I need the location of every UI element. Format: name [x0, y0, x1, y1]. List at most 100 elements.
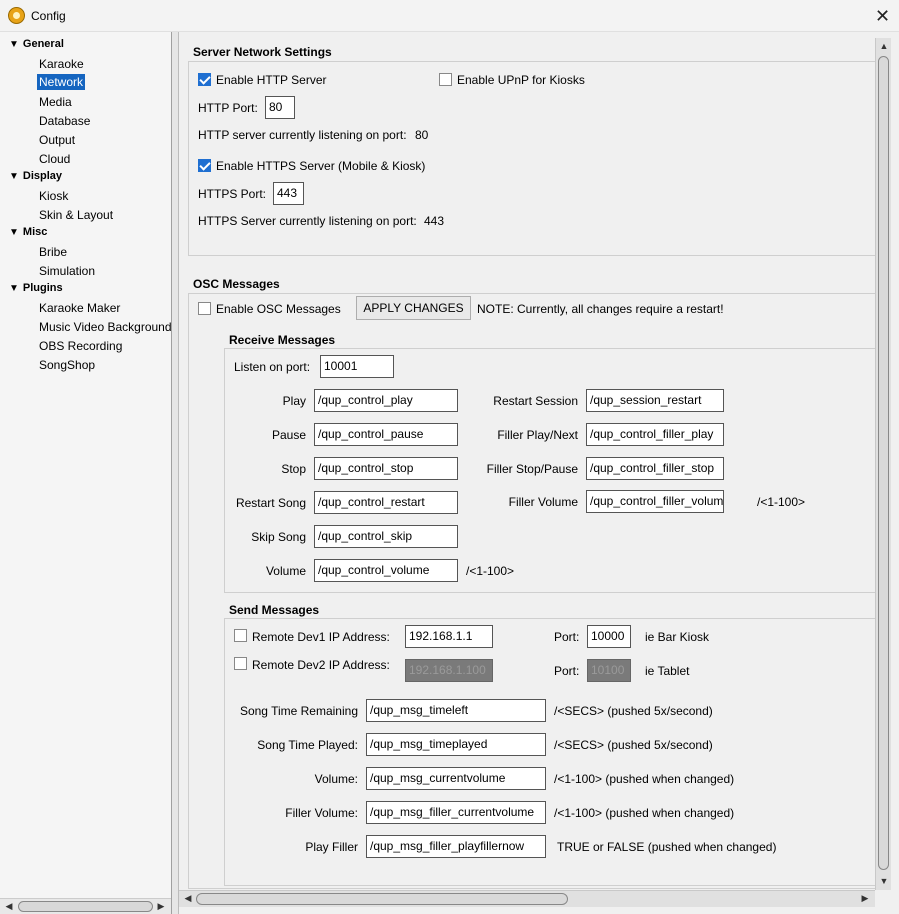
horizontal-scroll-thumb[interactable] — [196, 893, 568, 905]
listen-port-label: Listen on port: — [234, 360, 311, 374]
http-enable-checkbox[interactable] — [198, 73, 211, 86]
restart-session-label: Restart Session — [493, 394, 578, 408]
stop-label: Stop — [281, 462, 306, 476]
send-filler-volume-field[interactable]: /qup_msg_filler_currentvolume — [366, 801, 546, 824]
pause-field[interactable]: /qup_control_pause — [314, 423, 458, 446]
sidebar-item-bribe[interactable]: Bribe — [37, 244, 69, 260]
scroll-up-icon[interactable]: ▲ — [876, 41, 892, 51]
scroll-down-icon[interactable]: ▼ — [876, 876, 892, 886]
play-filler-field[interactable]: /qup_msg_filler_playfillernow — [366, 835, 546, 858]
vertical-scrollbar[interactable]: ▲ ▼ — [875, 38, 891, 890]
sidebar-item-obs-recording[interactable]: OBS Recording — [37, 338, 124, 354]
tree-group-misc[interactable]: ▼ Misc — [9, 226, 47, 238]
send-volume-field[interactable]: /qup_msg_currentvolume — [366, 767, 546, 790]
close-button[interactable]: ✕ — [866, 3, 899, 29]
scroll-right-icon[interactable]: ▶ — [153, 901, 169, 912]
expand-triangle-icon[interactable]: ▼ — [9, 39, 19, 50]
restart-song-label: Restart Song — [235, 496, 306, 510]
dev2-ip-field[interactable]: 192.168.1.100 — [405, 659, 493, 682]
http-status-label: HTTP server currently listening on port: — [198, 128, 407, 142]
expand-triangle-icon[interactable]: ▼ — [9, 283, 19, 294]
https-status-port: 443 — [424, 214, 445, 228]
send-volume-label: Volume: — [314, 772, 358, 786]
pause-label: Pause — [271, 428, 306, 442]
sidebar-horizontal-scrollbar[interactable]: ◀ ▶ — [0, 898, 171, 914]
upnp-enable-checkbox[interactable] — [439, 73, 452, 86]
sidebar-item-skin-layout[interactable]: Skin & Layout — [37, 207, 115, 223]
time-remaining-label: Song Time Remaining — [239, 704, 358, 718]
split-divider[interactable] — [172, 32, 179, 914]
scroll-left-icon[interactable]: ◀ — [180, 893, 196, 904]
restart-session-field[interactable]: /qup_session_restart — [586, 389, 724, 412]
sidebar-item-simulation[interactable]: Simulation — [37, 263, 97, 279]
sidebar-item-network[interactable]: Network — [37, 74, 86, 90]
filler-play-label: Filler Play/Next — [497, 428, 578, 442]
sidebar-item-songshop[interactable]: SongShop — [37, 357, 97, 373]
filler-stop-label: Filler Stop/Pause — [486, 462, 578, 476]
dev1-port-label: Port: — [554, 630, 580, 644]
send-filler-volume-hint: /<1-100> (pushed when changed) — [554, 806, 735, 820]
listen-port-field[interactable]: 10001 — [320, 355, 394, 378]
http-port-label: HTTP Port: — [198, 101, 258, 115]
receive-section-title: Receive Messages — [229, 333, 336, 347]
send-section-title: Send Messages — [229, 603, 320, 617]
play-filler-hint: TRUE or FALSE (pushed when changed) — [557, 840, 777, 854]
dev2-ip-label: Remote Dev2 IP Address: — [252, 658, 390, 672]
tree-group-general[interactable]: ▼ General — [9, 38, 64, 50]
expand-triangle-icon[interactable]: ▼ — [9, 227, 19, 238]
dev1-port-field[interactable]: 10000 — [587, 625, 631, 648]
tree-group-display[interactable]: ▼ Display — [9, 170, 62, 182]
dev2-port-label: Port: — [554, 664, 580, 678]
send-filler-volume-label: Filler Volume: — [285, 806, 358, 820]
time-played-label: Song Time Played: — [257, 738, 358, 752]
filler-volume-label: Filler Volume — [508, 495, 578, 509]
title-bar: Config ✕ — [0, 0, 899, 32]
expand-triangle-icon[interactable]: ▼ — [9, 171, 19, 182]
skip-song-field[interactable]: /qup_control_skip — [314, 525, 458, 548]
app-logo-icon — [8, 7, 25, 24]
osc-section-title: OSC Messages — [193, 277, 280, 291]
sidebar-item-cloud[interactable]: Cloud — [37, 151, 72, 167]
sidebar-item-output[interactable]: Output — [37, 132, 77, 148]
volume-label: Volume — [265, 564, 306, 578]
server-section-title: Server Network Settings — [193, 45, 332, 59]
https-port-field[interactable]: 443 — [273, 182, 304, 205]
osc-enable-checkbox[interactable] — [198, 302, 211, 315]
sidebar-item-database[interactable]: Database — [37, 113, 92, 129]
time-remaining-field[interactable]: /qup_msg_timeleft — [366, 699, 546, 722]
sidebar-item-media[interactable]: Media — [37, 94, 74, 110]
https-status-label: HTTPS Server currently listening on port… — [198, 214, 417, 228]
time-played-field[interactable]: /qup_msg_timeplayed — [366, 733, 546, 756]
filler-volume-hint: /<1-100> — [757, 495, 806, 509]
filler-volume-field[interactable]: /qup_control_filler_volume — [586, 490, 724, 513]
apply-changes-button[interactable]: APPLY CHANGES — [356, 296, 471, 320]
play-field[interactable]: /qup_control_play — [314, 389, 458, 412]
scroll-right-icon[interactable]: ▶ — [857, 893, 873, 904]
sidebar: ▼ General Karaoke Network Media Database … — [0, 32, 172, 914]
sidebar-scroll-thumb[interactable] — [18, 901, 153, 912]
scroll-left-icon[interactable]: ◀ — [1, 901, 17, 912]
upnp-enable-label: Enable UPnP for Kiosks — [457, 73, 585, 87]
dev1-ip-field[interactable]: 192.168.1.1 — [405, 625, 493, 648]
dev2-enable-checkbox[interactable] — [234, 657, 247, 670]
dev1-enable-checkbox[interactable] — [234, 629, 247, 642]
filler-stop-field[interactable]: /qup_control_filler_stop — [586, 457, 724, 480]
sidebar-item-karaoke-maker[interactable]: Karaoke Maker — [37, 300, 122, 316]
dev2-note: ie Tablet — [645, 664, 690, 678]
http-enable-label: Enable HTTP Server — [216, 73, 327, 87]
tree-group-plugins[interactable]: ▼ Plugins — [9, 282, 63, 294]
vertical-scroll-thumb[interactable] — [878, 56, 889, 870]
horizontal-scrollbar[interactable]: ◀ ▶ — [179, 890, 875, 907]
dev1-note: ie Bar Kiosk — [645, 630, 710, 644]
sidebar-item-kiosk[interactable]: Kiosk — [37, 188, 70, 204]
sidebar-item-music-video-background[interactable]: Music Video Background — [37, 319, 171, 335]
stop-field[interactable]: /qup_control_stop — [314, 457, 458, 480]
osc-enable-label: Enable OSC Messages — [216, 302, 341, 316]
filler-play-field[interactable]: /qup_control_filler_play — [586, 423, 724, 446]
https-enable-checkbox[interactable] — [198, 159, 211, 172]
sidebar-item-karaoke[interactable]: Karaoke — [37, 56, 86, 72]
dev2-port-field[interactable]: 10100 — [587, 659, 631, 682]
http-port-field[interactable]: 80 — [265, 96, 295, 119]
volume-field[interactable]: /qup_control_volume — [314, 559, 458, 582]
restart-song-field[interactable]: /qup_control_restart — [314, 491, 458, 514]
